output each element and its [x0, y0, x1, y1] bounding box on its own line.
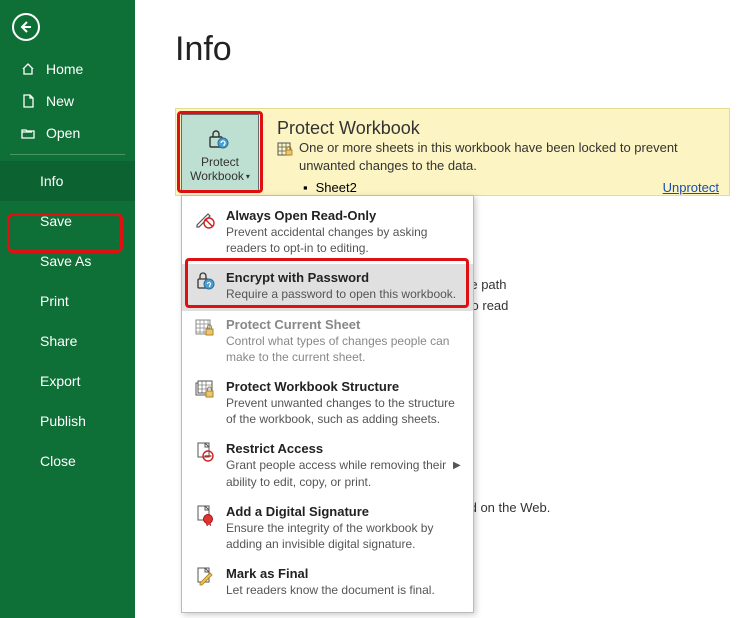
menu-item-title: Restrict Access — [226, 441, 453, 456]
sidebar-separator — [10, 154, 125, 155]
warning-body: Protect Workbook One or more sheets in t… — [277, 114, 719, 190]
new-icon — [20, 93, 36, 109]
sidebar-label: Info — [40, 173, 63, 189]
lock-icon — [205, 127, 235, 153]
menu-item-protect-sheet[interactable]: Protect Current SheetControl what types … — [182, 311, 473, 373]
menu-item-title: Protect Workbook Structure — [226, 379, 463, 394]
menu-item-desc: Control what types of changes people can… — [226, 333, 463, 365]
sidebar-item-publish[interactable]: Publish — [0, 401, 135, 441]
back-button[interactable] — [12, 13, 40, 41]
chevron-down-icon: ▾ — [246, 172, 250, 181]
sidebar-label: New — [46, 93, 74, 109]
warning-desc: One or more sheets in this workbook have… — [299, 139, 719, 174]
sidebar-item-open[interactable]: Open — [0, 117, 135, 149]
menu-item-desc: Ensure the integrity of the workbook by … — [226, 520, 463, 552]
menu-item-encrypt[interactable]: Encrypt with PasswordRequire a password … — [182, 264, 473, 310]
menu-item-mark-final[interactable]: Mark as FinalLet readers know the docume… — [182, 560, 473, 606]
sidebar-label: Publish — [40, 413, 86, 429]
button-label-line2: Workbook — [190, 169, 244, 183]
structure-icon — [192, 379, 218, 405]
menu-item-title: Add a Digital Signature — [226, 504, 463, 519]
protect-workbook-button[interactable]: Protect Workbook ▾ — [181, 114, 259, 192]
sheet-lock-icon — [277, 141, 293, 159]
sidebar-label: Open — [46, 125, 80, 141]
menu-item-restrict-access[interactable]: Restrict AccessGrant people access while… — [182, 435, 473, 497]
protect-workbook-menu: Always Open Read-OnlyPrevent accidental … — [181, 195, 474, 613]
final-icon — [192, 566, 218, 592]
sidebar-item-info[interactable]: Info — [0, 161, 135, 201]
sidebar-item-print[interactable]: Print — [0, 281, 135, 321]
menu-item-desc: Grant people access while removing their… — [226, 457, 453, 489]
menu-item-desc: Prevent accidental changes by asking rea… — [226, 224, 463, 256]
button-label-line1: Protect — [201, 155, 239, 169]
sidebar-item-home[interactable]: Home — [0, 53, 135, 85]
sidebar-label: Export — [40, 373, 80, 389]
sidebar-label: Save — [40, 213, 72, 229]
sidebar-item-save[interactable]: Save — [0, 201, 135, 241]
sidebar-label: Share — [40, 333, 77, 349]
sidebar-group-actions: Info Save Save As Print Share Export Pub… — [0, 161, 135, 481]
unprotect-link[interactable]: Unprotect — [663, 180, 719, 195]
sidebar-label: Home — [46, 61, 83, 77]
page-title: Info — [175, 30, 753, 69]
main-panel: Info Protect Workbook ▾ Protect Workbook — [135, 0, 753, 618]
menu-item-title: Protect Current Sheet — [226, 317, 463, 332]
sidebar-label: Close — [40, 453, 76, 469]
open-icon — [20, 125, 36, 141]
backstage-sidebar: Home New Open Info Save Save As Print Sh… — [0, 0, 135, 618]
menu-item-readonly[interactable]: Always Open Read-OnlyPrevent accidental … — [182, 202, 473, 264]
menu-item-desc: Let readers know the document is final. — [226, 582, 463, 598]
readonly-icon — [192, 208, 218, 234]
sidebar-item-share[interactable]: Share — [0, 321, 135, 361]
sidebar-label: Save As — [40, 253, 91, 269]
sidebar-item-new[interactable]: New — [0, 85, 135, 117]
menu-item-title: Mark as Final — [226, 566, 463, 581]
sheet-name: Sheet2 — [316, 180, 357, 195]
bullet-icon: ▪ — [303, 180, 308, 195]
menu-item-protect-structure[interactable]: Protect Workbook StructurePrevent unwant… — [182, 373, 473, 435]
signature-icon — [192, 504, 218, 530]
warning-title: Protect Workbook — [277, 118, 719, 139]
sidebar-item-close[interactable]: Close — [0, 441, 135, 481]
chevron-right-icon: ▶ — [453, 441, 463, 489]
sidebar-item-saveas[interactable]: Save As — [0, 241, 135, 281]
menu-item-title: Encrypt with Password — [226, 270, 463, 285]
menu-item-title: Always Open Read-Only — [226, 208, 463, 223]
menu-item-digital-signature[interactable]: Add a Digital SignatureEnsure the integr… — [182, 498, 473, 560]
menu-item-desc: Prevent unwanted changes to the structur… — [226, 395, 463, 427]
menu-item-desc: Require a password to open this workbook… — [226, 286, 463, 302]
encrypt-icon — [192, 270, 218, 296]
sidebar-label: Print — [40, 293, 69, 309]
restrict-icon — [192, 441, 218, 467]
protect-workbook-panel: Protect Workbook ▾ Protect Workbook One … — [175, 108, 730, 196]
sidebar-item-export[interactable]: Export — [0, 361, 135, 401]
sheet-icon — [192, 317, 218, 343]
home-icon — [20, 61, 36, 77]
